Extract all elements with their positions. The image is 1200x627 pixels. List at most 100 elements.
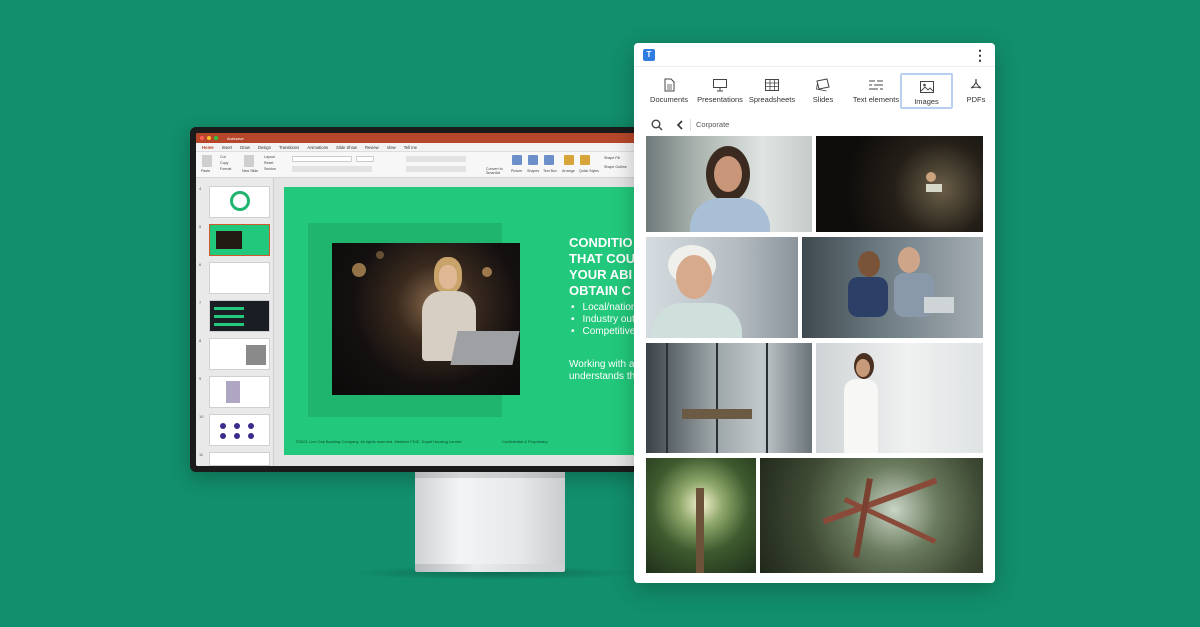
arrange-button[interactable]: Arrange	[562, 169, 575, 173]
category-documents[interactable]: Documents	[644, 73, 694, 109]
person-figure	[418, 253, 478, 395]
thumb-number: 5	[199, 224, 202, 229]
picture-icon[interactable]	[512, 155, 522, 165]
shape-fill-button[interactable]: Shape Fill	[604, 156, 620, 160]
panel-header: T ⋮	[634, 43, 995, 67]
tab-slide-show[interactable]: Slide Show	[336, 145, 357, 150]
slide-thumbnail[interactable]	[209, 300, 270, 332]
tell-me-search[interactable]: Tell me	[404, 145, 417, 150]
cut-button[interactable]: Cut	[220, 155, 226, 159]
category-label: Slides	[812, 95, 834, 104]
slide-bullet: Industry outl	[571, 314, 642, 326]
arrange-icon[interactable]	[564, 155, 574, 165]
copy-button[interactable]: Copy	[220, 161, 228, 165]
slide-thumbnail-pane[interactable]: 4 5 6 7 8 9 10 11	[196, 178, 274, 466]
text-box-button[interactable]: Text Box	[543, 169, 557, 173]
format-painter-button[interactable]: Format	[220, 167, 231, 171]
category-slides[interactable]: Slides	[800, 73, 846, 109]
thumb-number: 9	[199, 376, 202, 381]
reset-button[interactable]: Reset	[264, 161, 273, 165]
tab-design[interactable]: Design	[258, 145, 271, 150]
slide-thumbnail[interactable]	[209, 376, 270, 408]
shape-outline-button[interactable]: Shape Outline	[604, 165, 627, 169]
ribbon: Paste Cut Copy Format New Slide Layout R…	[196, 152, 654, 178]
category-images[interactable]: Images	[900, 73, 953, 109]
category-label: PDFs	[966, 95, 986, 104]
slide-thumbnail[interactable]	[209, 414, 270, 446]
new-slide-button[interactable]: New Slide	[242, 169, 258, 173]
shapes-button[interactable]: Shapes	[527, 169, 539, 173]
slide-thumbnail[interactable]	[209, 338, 270, 370]
image-tile-tree-canopy[interactable]	[646, 458, 756, 573]
slide-bullet-list[interactable]: Local/nationa Industry outl Competitive	[571, 302, 643, 338]
tab-insert[interactable]: Insert	[222, 145, 232, 150]
breadcrumb-current[interactable]: Corporate	[696, 120, 729, 129]
tab-transitions[interactable]: Transitions	[279, 145, 299, 150]
shapes-icon[interactable]	[528, 155, 538, 165]
slide-thumbnail-selected[interactable]	[209, 224, 270, 256]
slide-photo[interactable]	[332, 243, 520, 395]
title-bar: Autosave	[196, 133, 654, 143]
category-label: Documents	[650, 95, 688, 104]
thumb-number: 10	[199, 414, 204, 419]
slide-bullet: Local/nationa	[571, 302, 643, 314]
text-elements-icon	[869, 80, 883, 90]
presentation-icon	[713, 79, 727, 92]
image-tile-two-men-laptop[interactable]	[802, 237, 983, 338]
layout-button[interactable]: Layout	[264, 155, 275, 159]
paragraph-toolbar[interactable]	[406, 156, 466, 162]
category-label: Text elements	[852, 95, 900, 104]
tab-review[interactable]: Review	[365, 145, 379, 150]
breadcrumb-bar: Corporate	[634, 115, 995, 135]
slide-footer: ©2021 Live Oak Banking Company. All righ…	[296, 439, 463, 444]
image-icon	[919, 81, 934, 93]
category-spreadsheets[interactable]: Spreadsheets	[748, 73, 796, 109]
quick-styles-button[interactable]: Quick Styles	[579, 169, 599, 173]
font-name-select[interactable]	[292, 156, 352, 162]
category-text-elements[interactable]: Text elements	[848, 73, 904, 109]
image-tile-tree-branches[interactable]	[760, 458, 983, 573]
minimize-window-button[interactable]	[207, 136, 211, 140]
maximize-window-button[interactable]	[214, 136, 218, 140]
font-size-select[interactable]	[356, 156, 374, 162]
slide-thumbnail[interactable]	[209, 262, 270, 294]
alignment-toolbar[interactable]	[406, 166, 466, 172]
section-button[interactable]: Section	[264, 167, 276, 171]
paste-button[interactable]: Paste	[201, 169, 210, 173]
tab-home[interactable]: Home	[202, 145, 214, 150]
picture-button[interactable]: Picture	[511, 169, 522, 173]
category-bar: Documents Presentations Spreadsheets Sli…	[634, 71, 995, 111]
image-tile-blonde-woman[interactable]	[646, 237, 798, 338]
thumb-number: 7	[199, 300, 202, 305]
divider	[690, 119, 691, 131]
image-tile-woman-portrait[interactable]	[646, 136, 812, 232]
kebab-icon[interactable]: ⋮	[973, 47, 987, 63]
powerpoint-window: Autosave Home Insert Draw Design Transit…	[196, 133, 654, 466]
font-format-toolbar[interactable]	[292, 166, 372, 172]
tab-draw[interactable]: Draw	[240, 145, 250, 150]
thumb-number: 11	[199, 452, 204, 457]
spreadsheet-icon	[765, 79, 779, 91]
tab-animations[interactable]: Animations	[307, 145, 328, 150]
slide-paragraph[interactable]: Working with a l understands the	[569, 359, 641, 383]
quick-styles-icon[interactable]	[580, 155, 590, 165]
back-arrow-icon[interactable]	[673, 118, 687, 132]
thumb-number: 6	[199, 262, 202, 267]
image-tile-woman-whiteboard[interactable]	[816, 343, 983, 453]
text-box-icon[interactable]	[544, 155, 554, 165]
category-presentations[interactable]: Presentations	[696, 73, 744, 109]
slide-thumbnail[interactable]	[209, 186, 270, 218]
paste-icon[interactable]	[202, 155, 212, 167]
close-window-button[interactable]	[200, 136, 204, 140]
tab-view[interactable]: View	[387, 145, 396, 150]
image-tile-meeting-room[interactable]	[646, 343, 812, 453]
category-pdfs[interactable]: PDFs	[960, 73, 992, 109]
image-tile-night-office[interactable]	[816, 136, 983, 232]
search-icon[interactable]	[650, 118, 664, 132]
slide-thumbnail[interactable]	[209, 452, 270, 466]
convert-smartart-button[interactable]: Convert to SmartArt	[486, 167, 506, 175]
new-slide-icon[interactable]	[244, 155, 254, 167]
monitor-stand-base	[415, 564, 565, 572]
slide-canvas[interactable]: CONDITIO THAT COU YOUR ABI OBTAIN C Loca…	[284, 187, 654, 455]
slides-icon	[816, 78, 830, 92]
